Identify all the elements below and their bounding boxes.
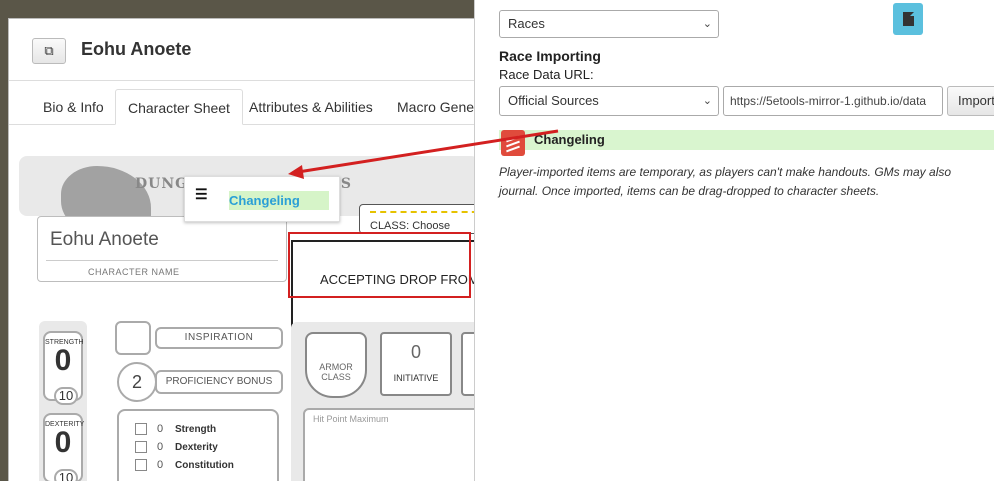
drag-handle-icon[interactable]: ☰: [195, 186, 208, 203]
class-label: CLASS: Choose: [370, 220, 451, 232]
initiative-value: 0: [410, 342, 421, 362]
section-title: Race Importing: [499, 48, 601, 64]
tab-bar: Bio & Info Character Sheet Attributes & …: [9, 89, 503, 125]
import-note-line: journal. Once imported, items can be dra…: [499, 184, 880, 198]
ability-modifier: 10: [54, 469, 78, 481]
save-value: 0: [157, 459, 164, 471]
proficiency-label: PROFICIENCY BONUS: [155, 370, 283, 394]
character-name-value: Eohu Anoete: [50, 229, 159, 250]
character-name-field[interactable]: Eohu Anoete CHARACTER NAME: [37, 216, 287, 282]
character-sheet-window: ⧉ Eohu Anoete Bio & Info Character Sheet…: [8, 18, 503, 481]
inspiration-checkbox[interactable]: [115, 321, 151, 355]
window-title: Eohu Anoete: [81, 39, 192, 59]
save-label: Dexterity: [175, 441, 218, 453]
tab-character-sheet[interactable]: Character Sheet: [115, 89, 243, 125]
saving-throws: 0 Strength 0 Dexterity 0 Constitution: [117, 409, 279, 481]
class-field[interactable]: CLASS: Choose: [359, 204, 489, 234]
ability-modifier: 10: [54, 387, 78, 405]
category-select[interactable]: Races ⌄: [499, 10, 719, 38]
import-note-line: Player-imported items are temporary, as …: [499, 165, 952, 179]
category-select-value: Races: [508, 16, 545, 31]
annotation-red-box: [288, 232, 471, 298]
document-button[interactable]: [893, 3, 923, 35]
save-checkbox[interactable]: [135, 441, 147, 453]
saving-throw-row[interactable]: 0 Dexterity: [135, 441, 218, 457]
proficiency-value[interactable]: 2: [117, 362, 157, 402]
importer-panel: Races ⌄ Race Importing Race Data URL: Of…: [474, 0, 994, 481]
document-icon: [902, 12, 914, 26]
initiative[interactable]: 0 INITIATIVE: [380, 332, 452, 396]
source-select[interactable]: Official Sources ⌄: [499, 86, 719, 116]
armor-class[interactable]: ARMOR CLASS: [305, 332, 367, 398]
popout-button[interactable]: ⧉: [32, 38, 66, 64]
dragged-item-name: Changeling: [229, 191, 329, 210]
import-result-name: Changeling: [534, 132, 605, 147]
class-dash-line: [370, 211, 488, 213]
chevron-down-icon: ⌄: [702, 95, 712, 107]
dragged-item[interactable]: ☰ Changeling: [184, 176, 340, 222]
save-checkbox[interactable]: [135, 459, 147, 471]
popout-icon: ⧉: [44, 43, 54, 58]
divider: [46, 260, 278, 261]
save-value: 0: [157, 441, 164, 453]
import-note: Player-imported items are temporary, as …: [499, 163, 994, 201]
hit-points[interactable]: Hit Point Maximum: [303, 408, 489, 481]
hp-max-label: Hit Point Maximum: [313, 414, 389, 424]
character-name-caption: CHARACTER NAME: [88, 267, 180, 277]
inspiration-label: INSPIRATION: [155, 327, 283, 349]
proficiency-bonus: PROFICIENCY BONUS 2: [115, 362, 283, 402]
chevron-down-icon: ⌄: [702, 18, 712, 30]
ability-score: 0: [54, 344, 72, 377]
ability-score: 0: [54, 426, 72, 459]
ability-column: STRENGTH 0 10 DEXTERITY 0 10: [39, 321, 87, 481]
saving-throw-row[interactable]: 0 Constitution: [135, 459, 234, 475]
url-label: Race Data URL:: [499, 67, 594, 82]
handout-icon: [501, 130, 525, 156]
tab-bio-info[interactable]: Bio & Info: [31, 89, 116, 125]
save-checkbox[interactable]: [135, 423, 147, 435]
saving-throw-row[interactable]: 0 Strength: [135, 423, 216, 439]
ability-strength[interactable]: STRENGTH 0 10: [43, 331, 84, 405]
import-result-row[interactable]: Changeling: [499, 130, 994, 156]
tab-attributes-abilities[interactable]: Attributes & Abilities: [237, 89, 385, 125]
ability-dexterity[interactable]: DEXTERITY 0 10: [43, 413, 84, 481]
url-input[interactable]: https://5etools-mirror-1.github.io/data: [723, 86, 943, 116]
class-value: Choose: [412, 220, 451, 232]
import-button[interactable]: Import: [947, 86, 994, 116]
initiative-label: INITIATIVE: [393, 373, 439, 383]
save-label: Constitution: [175, 459, 234, 471]
save-value: 0: [157, 423, 164, 435]
inspiration: INSPIRATION: [115, 321, 283, 355]
window-header: ⧉ Eohu Anoete: [9, 19, 487, 81]
save-label: Strength: [175, 423, 217, 435]
source-select-value: Official Sources: [508, 93, 599, 108]
